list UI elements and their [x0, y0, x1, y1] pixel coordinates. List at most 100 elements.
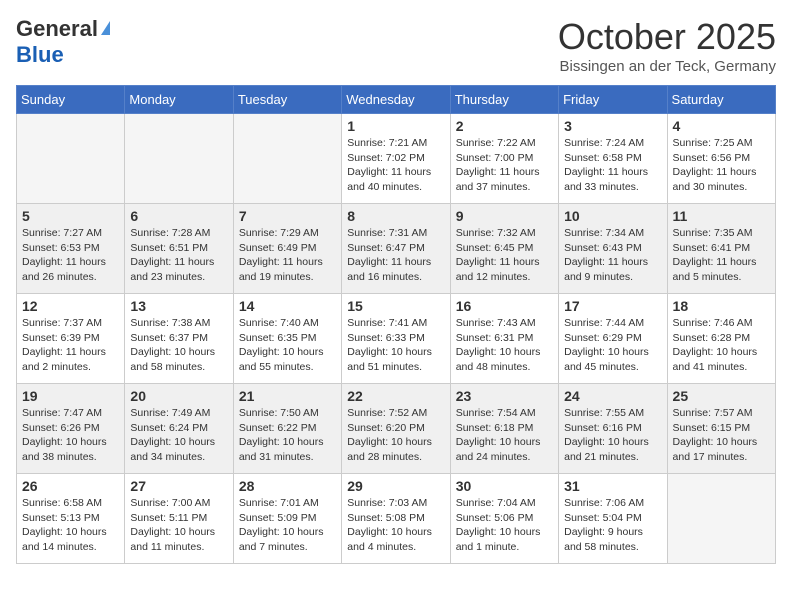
day-info: Sunrise: 7:00 AM Sunset: 5:11 PM Dayligh… — [130, 496, 227, 555]
logo: General Blue — [16, 16, 110, 68]
logo-blue-text: Blue — [16, 42, 64, 67]
calendar-day-cell: 27 Sunrise: 7:00 AM Sunset: 5:11 PM Dayli… — [125, 474, 233, 564]
day-info: Sunrise: 7:37 AM Sunset: 6:39 PM Dayligh… — [22, 316, 119, 375]
weekday-header-wednesday: Wednesday — [342, 86, 450, 114]
day-number: 22 — [347, 388, 444, 404]
day-info: Sunrise: 7:25 AM Sunset: 6:56 PM Dayligh… — [673, 136, 770, 195]
day-number: 13 — [130, 298, 227, 314]
calendar-week-row: 1 Sunrise: 7:21 AM Sunset: 7:02 PM Daylig… — [17, 114, 776, 204]
calendar-day-cell: 31 Sunrise: 7:06 AM Sunset: 5:04 PM Dayli… — [559, 474, 667, 564]
day-number: 28 — [239, 478, 336, 494]
calendar-day-cell — [667, 474, 775, 564]
weekday-header-thursday: Thursday — [450, 86, 558, 114]
day-info: Sunrise: 7:43 AM Sunset: 6:31 PM Dayligh… — [456, 316, 553, 375]
day-info: Sunrise: 7:46 AM Sunset: 6:28 PM Dayligh… — [673, 316, 770, 375]
weekday-header-friday: Friday — [559, 86, 667, 114]
day-number: 2 — [456, 118, 553, 134]
day-info: Sunrise: 7:55 AM Sunset: 6:16 PM Dayligh… — [564, 406, 661, 465]
calendar-day-cell: 8 Sunrise: 7:31 AM Sunset: 6:47 PM Daylig… — [342, 204, 450, 294]
day-number: 11 — [673, 208, 770, 224]
day-info: Sunrise: 7:49 AM Sunset: 6:24 PM Dayligh… — [130, 406, 227, 465]
day-number: 7 — [239, 208, 336, 224]
day-info: Sunrise: 7:01 AM Sunset: 5:09 PM Dayligh… — [239, 496, 336, 555]
day-info: Sunrise: 6:58 AM Sunset: 5:13 PM Dayligh… — [22, 496, 119, 555]
logo-arrow-icon — [101, 21, 110, 35]
calendar-day-cell: 21Sunrise: 7:50 AM Sunset: 6:22 PM Dayli… — [233, 384, 341, 474]
calendar-day-cell: 5Sunrise: 7:27 AM Sunset: 6:53 PM Daylig… — [17, 204, 125, 294]
calendar-day-cell: 13 Sunrise: 7:38 AM Sunset: 6:37 PM Dayli… — [125, 294, 233, 384]
day-info: Sunrise: 7:50 AM Sunset: 6:22 PM Dayligh… — [239, 406, 336, 465]
day-info: Sunrise: 7:22 AM Sunset: 7:00 PM Dayligh… — [456, 136, 553, 195]
location-subtitle: Bissingen an der Teck, Germany — [558, 58, 776, 75]
day-info: Sunrise: 7:41 AM Sunset: 6:33 PM Dayligh… — [347, 316, 444, 375]
calendar-day-cell — [233, 114, 341, 204]
calendar-day-cell: 11 Sunrise: 7:35 AM Sunset: 6:41 PM Dayli… — [667, 204, 775, 294]
page-header: General Blue October 2025 Bissingen an d… — [16, 16, 776, 75]
day-number: 9 — [456, 208, 553, 224]
day-info: Sunrise: 7:32 AM Sunset: 6:45 PM Dayligh… — [456, 226, 553, 285]
calendar-day-cell: 26 Sunrise: 6:58 AM Sunset: 5:13 PM Dayli… — [17, 474, 125, 564]
day-number: 31 — [564, 478, 661, 494]
weekday-header-row: SundayMondayTuesdayWednesdayThursdayFrid… — [17, 86, 776, 114]
calendar-day-cell: 10 Sunrise: 7:34 AM Sunset: 6:43 PM Dayli… — [559, 204, 667, 294]
day-info: Sunrise: 7:27 AM Sunset: 6:53 PM Dayligh… — [22, 226, 119, 285]
calendar-day-cell: 25Sunrise: 7:57 AM Sunset: 6:15 PM Dayli… — [667, 384, 775, 474]
calendar-day-cell: 6Sunrise: 7:28 AM Sunset: 6:51 PM Daylig… — [125, 204, 233, 294]
day-number: 1 — [347, 118, 444, 134]
calendar-day-cell: 18 Sunrise: 7:46 AM Sunset: 6:28 PM Dayli… — [667, 294, 775, 384]
logo-general-text: General — [16, 16, 98, 42]
calendar-table: SundayMondayTuesdayWednesdayThursdayFrid… — [16, 85, 776, 564]
calendar-day-cell: 17 Sunrise: 7:44 AM Sunset: 6:29 PM Dayli… — [559, 294, 667, 384]
day-info: Sunrise: 7:44 AM Sunset: 6:29 PM Dayligh… — [564, 316, 661, 375]
day-info: Sunrise: 7:35 AM Sunset: 6:41 PM Dayligh… — [673, 226, 770, 285]
day-info: Sunrise: 7:31 AM Sunset: 6:47 PM Dayligh… — [347, 226, 444, 285]
calendar-day-cell: 22Sunrise: 7:52 AM Sunset: 6:20 PM Dayli… — [342, 384, 450, 474]
day-number: 27 — [130, 478, 227, 494]
calendar-day-cell: 15 Sunrise: 7:41 AM Sunset: 6:33 PM Dayli… — [342, 294, 450, 384]
calendar-week-row: 5Sunrise: 7:27 AM Sunset: 6:53 PM Daylig… — [17, 204, 776, 294]
calendar-day-cell: 29Sunrise: 7:03 AM Sunset: 5:08 PM Dayli… — [342, 474, 450, 564]
day-info: Sunrise: 7:24 AM Sunset: 6:58 PM Dayligh… — [564, 136, 661, 195]
day-info: Sunrise: 7:38 AM Sunset: 6:37 PM Dayligh… — [130, 316, 227, 375]
day-number: 3 — [564, 118, 661, 134]
day-number: 26 — [22, 478, 119, 494]
day-number: 29 — [347, 478, 444, 494]
title-section: October 2025 Bissingen an der Teck, Germ… — [558, 16, 776, 75]
day-number: 19 — [22, 388, 119, 404]
weekday-header-saturday: Saturday — [667, 86, 775, 114]
day-number: 20 — [130, 388, 227, 404]
calendar-day-cell: 24 Sunrise: 7:55 AM Sunset: 6:16 PM Dayli… — [559, 384, 667, 474]
calendar-day-cell: 30 Sunrise: 7:04 AM Sunset: 5:06 PM Dayli… — [450, 474, 558, 564]
calendar-day-cell: 19Sunrise: 7:47 AM Sunset: 6:26 PM Dayli… — [17, 384, 125, 474]
day-number: 15 — [347, 298, 444, 314]
month-title: October 2025 — [558, 16, 776, 58]
weekday-header-monday: Monday — [125, 86, 233, 114]
calendar-day-cell: 23Sunrise: 7:54 AM Sunset: 6:18 PM Dayli… — [450, 384, 558, 474]
calendar-week-row: 26 Sunrise: 6:58 AM Sunset: 5:13 PM Dayli… — [17, 474, 776, 564]
calendar-day-cell: 2 Sunrise: 7:22 AM Sunset: 7:00 PM Daylig… — [450, 114, 558, 204]
calendar-week-row: 19Sunrise: 7:47 AM Sunset: 6:26 PM Dayli… — [17, 384, 776, 474]
day-number: 16 — [456, 298, 553, 314]
day-number: 23 — [456, 388, 553, 404]
day-info: Sunrise: 7:06 AM Sunset: 5:04 PM Dayligh… — [564, 496, 661, 555]
day-number: 10 — [564, 208, 661, 224]
calendar-day-cell: 16 Sunrise: 7:43 AM Sunset: 6:31 PM Dayli… — [450, 294, 558, 384]
day-info: Sunrise: 7:34 AM Sunset: 6:43 PM Dayligh… — [564, 226, 661, 285]
day-info: Sunrise: 7:28 AM Sunset: 6:51 PM Dayligh… — [130, 226, 227, 285]
day-number: 30 — [456, 478, 553, 494]
day-info: Sunrise: 7:21 AM Sunset: 7:02 PM Dayligh… — [347, 136, 444, 195]
day-info: Sunrise: 7:29 AM Sunset: 6:49 PM Dayligh… — [239, 226, 336, 285]
calendar-week-row: 12Sunrise: 7:37 AM Sunset: 6:39 PM Dayli… — [17, 294, 776, 384]
calendar-day-cell: 7 Sunrise: 7:29 AM Sunset: 6:49 PM Daylig… — [233, 204, 341, 294]
day-number: 18 — [673, 298, 770, 314]
day-number: 8 — [347, 208, 444, 224]
day-info: Sunrise: 7:04 AM Sunset: 5:06 PM Dayligh… — [456, 496, 553, 555]
calendar-day-cell: 4 Sunrise: 7:25 AM Sunset: 6:56 PM Daylig… — [667, 114, 775, 204]
day-number: 24 — [564, 388, 661, 404]
calendar-day-cell: 9 Sunrise: 7:32 AM Sunset: 6:45 PM Daylig… — [450, 204, 558, 294]
calendar-day-cell: 28 Sunrise: 7:01 AM Sunset: 5:09 PM Dayli… — [233, 474, 341, 564]
day-number: 4 — [673, 118, 770, 134]
calendar-day-cell: 12Sunrise: 7:37 AM Sunset: 6:39 PM Dayli… — [17, 294, 125, 384]
weekday-header-tuesday: Tuesday — [233, 86, 341, 114]
day-number: 17 — [564, 298, 661, 314]
